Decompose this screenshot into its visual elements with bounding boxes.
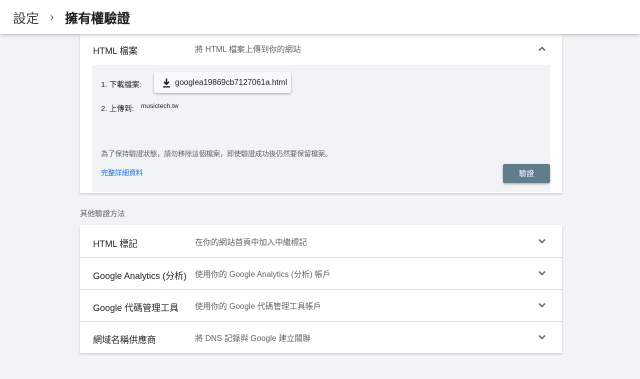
- breadcrumb-separator: ›: [50, 10, 55, 24]
- page-title: 擁有權驗證: [65, 10, 131, 26]
- download-filename: googlea19869cb7127061a.html: [175, 78, 288, 87]
- site-url: musictech.tw: [141, 103, 179, 110]
- method-title: Google Analytics (分析): [93, 271, 187, 281]
- other-methods-card: HTML 標記 在你的網站首頁中加入中繼標記 Google Analytics …: [80, 225, 562, 353]
- chevron-down-icon[interactable]: [536, 235, 548, 247]
- keep-file-note: 為了保持驗證狀態，請勿移除這個檔案，即使驗證成功後仍然要保留檔案。: [101, 151, 332, 158]
- step1-label: 1. 下載檔案:: [101, 80, 142, 89]
- full-details-link[interactable]: 完整詳細資料: [101, 168, 143, 178]
- html-file-instructions-panel: 1. 下載檔案: googlea19869cb7127061a.html 2. …: [92, 65, 550, 192]
- download-icon: [163, 78, 170, 87]
- download-file-button[interactable]: googlea19869cb7127061a.html: [154, 72, 291, 93]
- method-description: 在你的網站首頁中加入中繼標記: [195, 238, 307, 247]
- method-row-google-analytics[interactable]: Google Analytics (分析) 使用你的 Google Analyt…: [80, 257, 562, 290]
- chevron-down-icon[interactable]: [536, 299, 548, 311]
- method-title: HTML 標記: [93, 239, 138, 249]
- html-file-method-header[interactable]: HTML 檔案 將 HTML 檔案上傳到你的網站: [80, 34, 562, 64]
- method-row-html-tag[interactable]: HTML 標記 在你的網站首頁中加入中繼標記: [80, 225, 562, 258]
- breadcrumb-settings[interactable]: 設定: [13, 8, 39, 27]
- html-file-method-card: HTML 檔案 將 HTML 檔案上傳到你的網站 1. 下載檔案: google…: [80, 34, 562, 193]
- method-title: Google 代碼管理工具: [93, 303, 179, 313]
- html-file-method-description: 將 HTML 檔案上傳到你的網站: [195, 45, 301, 54]
- method-description: 使用你的 Google 代碼管理工具帳戶: [195, 302, 322, 311]
- method-row-tag-manager[interactable]: Google 代碼管理工具 使用你的 Google 代碼管理工具帳戶: [80, 289, 562, 322]
- method-description: 將 DNS 記錄與 Google 建立關聯: [195, 334, 311, 343]
- chevron-down-icon[interactable]: [536, 267, 548, 279]
- chevron-up-icon[interactable]: [536, 43, 548, 55]
- method-title: 網域名稱供應商: [93, 335, 157, 345]
- top-bar: 設定 › 擁有權驗證: [0, 0, 640, 34]
- chevron-down-icon[interactable]: [536, 331, 548, 343]
- method-description: 使用你的 Google Analytics (分析) 帳戶: [195, 270, 331, 279]
- method-row-domain-provider[interactable]: 網域名稱供應商 將 DNS 記錄與 Google 建立關聯: [80, 321, 562, 353]
- html-file-method-title: HTML 檔案: [93, 46, 138, 56]
- other-methods-label: 其他驗證方法: [80, 209, 125, 218]
- verify-button[interactable]: 驗證: [503, 164, 550, 183]
- step2-label: 2. 上傳到:: [101, 104, 134, 113]
